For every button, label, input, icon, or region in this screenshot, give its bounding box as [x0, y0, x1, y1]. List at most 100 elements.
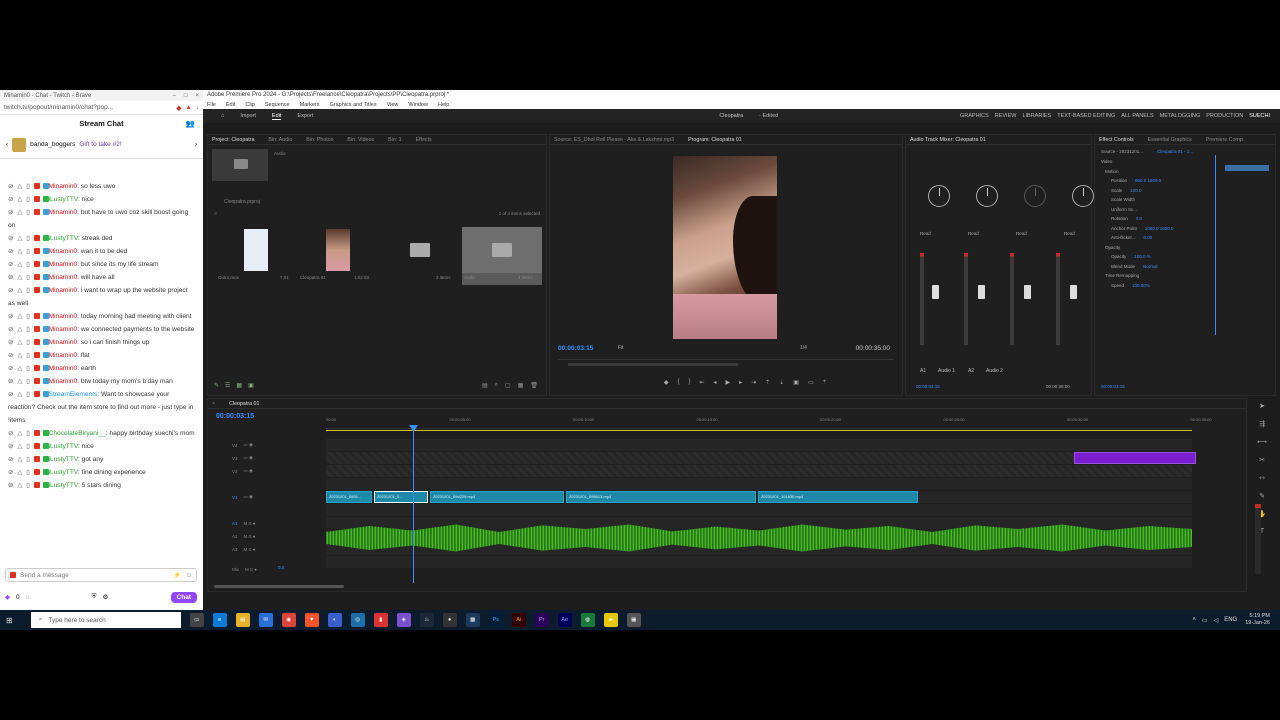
workspace-suechi[interactable]: SUECHI: [1249, 113, 1270, 119]
chat-username[interactable]: StreamElements: [49, 391, 98, 398]
volume-icon[interactable]: ◁: [1214, 617, 1219, 624]
mark-in-icon[interactable]: {: [677, 379, 679, 389]
fx-property-row[interactable]: Speed 100.00%: [1101, 283, 1150, 288]
razor-tool-icon[interactable]: ✂: [1259, 456, 1265, 464]
ripple-edit-icon[interactable]: ⟷: [1257, 438, 1267, 446]
chat-badges[interactable]: ⊘ △ ▯: [8, 258, 49, 271]
tab-program[interactable]: Program: Cleopatra 01: [688, 137, 742, 143]
pan-knob[interactable]: [928, 185, 950, 207]
clock[interactable]: 5:19 PM 19-Jan-26: [1245, 613, 1280, 627]
fx-property-row[interactable]: Time Remapping: [1101, 273, 1147, 278]
chat-send-button[interactable]: Chat: [170, 591, 197, 603]
video-clip[interactable]: 20231201_095013.mp4: [566, 491, 756, 503]
chat-badges[interactable]: ⊘ △ ▯: [8, 440, 49, 453]
fx-property-row[interactable]: Uniform Sc...: [1101, 207, 1145, 212]
close-sequence-icon[interactable]: ×: [212, 401, 215, 407]
after-effects-icon[interactable]: Ae: [557, 613, 572, 627]
taskbar-search[interactable]: ⌕ Type here to search: [30, 612, 181, 628]
mode-read[interactable]: Read: [1064, 231, 1075, 236]
chat-username[interactable]: iLustyTTV: [49, 482, 78, 489]
app-icon[interactable]: ▮: [373, 613, 388, 627]
download-icon[interactable]: ↓: [196, 104, 199, 111]
workspace-metalogging[interactable]: METALOGGING: [1160, 113, 1201, 119]
timeline-scrollbar[interactable]: [214, 585, 344, 588]
fx-property-value[interactable]: 960.0 1509.0: [1135, 178, 1161, 183]
chat-username[interactable]: Minamin0: [49, 352, 78, 359]
chat-username[interactable]: Minamin0: [49, 274, 78, 281]
track-header[interactable]: V4 ▭ ◉: [212, 439, 322, 451]
video-clip[interactable]: 20231201_094229.mp4: [430, 491, 564, 503]
discord-icon[interactable]: ◐: [327, 613, 342, 627]
track-controls-icon[interactable]: ▭ ◉: [244, 442, 253, 448]
pen-tool-icon[interactable]: ✎: [1259, 492, 1265, 500]
chat-badges[interactable]: ⊘ △ ▯: [8, 180, 49, 193]
edge-icon[interactable]: e: [212, 613, 227, 627]
mode-edit[interactable]: Edit: [271, 113, 282, 120]
icon-view-icon[interactable]: ▦: [236, 382, 242, 389]
menu-item-markers[interactable]: Markers: [300, 102, 320, 108]
track-header[interactable]: V3 ▭ ◉: [212, 452, 322, 464]
start-icon[interactable]: ⊞: [6, 616, 13, 625]
chat-username[interactable]: Minamin0: [49, 378, 78, 385]
photoshop-icon[interactable]: Ps: [488, 613, 503, 627]
fx-property-row[interactable]: Opacity 100.0 %: [1101, 254, 1151, 259]
chat-username[interactable]: Minamin0: [49, 209, 78, 216]
volume-fader[interactable]: [978, 285, 985, 299]
fx-property-row[interactable]: Motion: [1101, 169, 1127, 174]
task-view-icon[interactable]: ▭: [189, 613, 204, 627]
workspace-text-based-editing[interactable]: TEXT-BASED EDITING: [1057, 113, 1115, 119]
track-lane[interactable]: [326, 465, 1192, 477]
freeform-view-icon[interactable]: ▣: [248, 382, 254, 389]
rewards-icon[interactable]: ▲: [185, 104, 191, 111]
fx-clip[interactable]: Cleopatra 01 - 1...: [1157, 149, 1193, 154]
chat-badges[interactable]: ⊘ △ ▯: [8, 232, 49, 245]
chat-username[interactable]: Minamin0: [49, 183, 78, 190]
track-controls-icon[interactable]: M S ●: [244, 521, 256, 526]
chat-username[interactable]: Minamin0: [49, 287, 78, 294]
chat-badges[interactable]: ⊘ △ ▯: [8, 284, 49, 297]
mail-icon[interactable]: ✉: [258, 613, 273, 627]
tab-project-1[interactable]: Bin: Audio: [268, 137, 292, 143]
chat-badges[interactable]: ⊘ △ ▯: [8, 310, 49, 323]
obs-icon[interactable]: ●: [442, 613, 457, 627]
track-header[interactable]: V2 ▭ ◉: [212, 465, 322, 477]
chat-badges[interactable]: ⊘ △ ▯: [8, 245, 49, 258]
taskbar-search-placeholder[interactable]: Type here to search: [48, 617, 105, 624]
chat-badges[interactable]: ⊘ △ ▯: [8, 323, 49, 336]
program-preview-frame[interactable]: [673, 156, 777, 339]
extract-icon[interactable]: ⇣: [779, 379, 784, 389]
track-controls-icon[interactable]: M S ●: [245, 567, 257, 572]
trash-icon[interactable]: 🗑: [530, 382, 538, 389]
fx-property-row[interactable]: Rotation 0.0: [1101, 216, 1142, 221]
chat-badges[interactable]: ⊘ △ ▯: [8, 206, 49, 219]
app-icon[interactable]: ▦: [626, 613, 641, 627]
menu-item-file[interactable]: File: [207, 102, 216, 108]
next-arrow-icon[interactable]: ›: [195, 141, 197, 148]
bin-folder-thumb[interactable]: [212, 149, 268, 181]
track-lane[interactable]: [326, 439, 1192, 451]
pan-knob[interactable]: [976, 185, 998, 207]
steam-icon[interactable]: ♨: [419, 613, 434, 627]
emoji-icon[interactable]: ☺: [185, 572, 192, 579]
tab-essential-graphics[interactable]: Essential Graphics: [1148, 137, 1192, 143]
export-frame-icon[interactable]: ▣: [793, 379, 799, 389]
bin-item-folder[interactable]: 2 items: [380, 227, 460, 285]
menu-item-graphics-and-titles[interactable]: Graphics and Titles: [330, 102, 377, 108]
program-timecode[interactable]: 00:00:03:15: [558, 345, 593, 352]
step-forward-icon[interactable]: ▸: [739, 379, 742, 389]
slip-tool-icon[interactable]: ⇿: [1259, 474, 1265, 482]
mark-out-icon[interactable]: }: [688, 379, 690, 389]
program-resolution[interactable]: 1/4: [800, 345, 807, 351]
chat-badges[interactable]: ⊘ △ ▯: [8, 349, 49, 362]
track-label[interactable]: Mix: [232, 567, 239, 572]
fx-property-value[interactable]: 100.0: [1130, 188, 1141, 193]
new-item-icon[interactable]: ▢: [505, 382, 511, 389]
play-icon[interactable]: ▶: [726, 379, 731, 389]
fx-property-row[interactable]: Anti-flicker... 0.00: [1101, 235, 1152, 240]
track-label[interactable]: V3: [232, 456, 238, 461]
brave-shield-icon[interactable]: ◆: [176, 104, 181, 112]
track-label[interactable]: A2: [232, 534, 238, 539]
step-back-icon[interactable]: ◂: [714, 379, 717, 389]
app-icon[interactable]: ◍: [580, 613, 595, 627]
chat-username[interactable]: iLustyTTV: [49, 235, 78, 242]
